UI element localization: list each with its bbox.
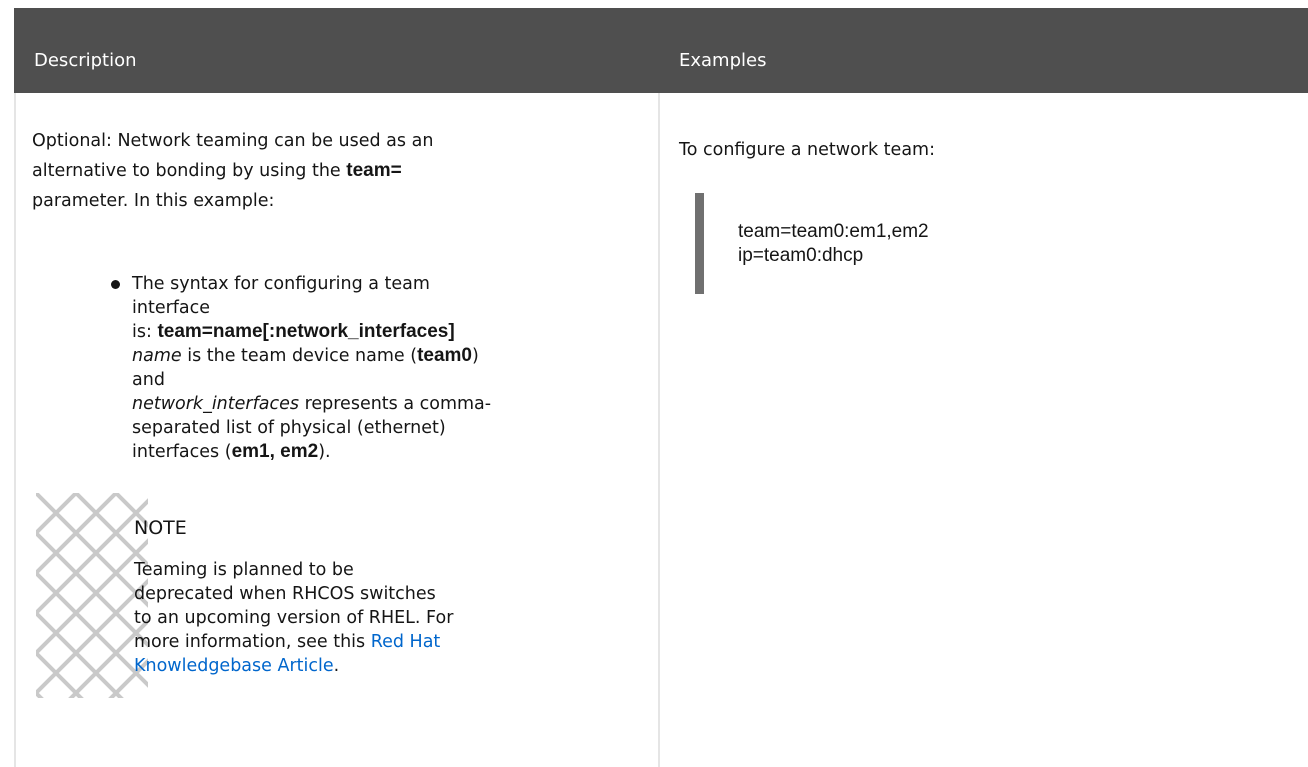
intro-line-3: parameter. In this example: <box>32 186 632 216</box>
table-header: Description Examples <box>14 8 1308 93</box>
code-team0: team0 <box>417 345 472 366</box>
bullet-dot-icon <box>111 280 120 289</box>
bullet-text-2: is: <box>132 322 158 342</box>
term-network-interfaces: network_interfaces <box>132 394 299 414</box>
note-line-3: to an upcoming version of RHEL. For <box>134 608 454 628</box>
term-name: name <box>132 346 182 366</box>
description-cell: Optional: Network teaming can be used as… <box>32 126 632 462</box>
code-block-bar <box>695 193 704 294</box>
code-block: team=team0:em1,em2 ip=team0:dhcp <box>738 220 929 268</box>
bullet-text-6: separated list of physical (ethernet) <box>132 418 446 438</box>
code-em1-em2: em1, em2 <box>231 441 319 462</box>
parameter-table: Description Examples Optional: Network t… <box>14 8 1308 767</box>
examples-lead: To configure a network team: <box>679 140 935 160</box>
note-line-4: more information, see this <box>134 632 371 652</box>
link-text-1: Red Hat <box>370 632 441 652</box>
code-team-syntax: team=name[:network_interfaces] <box>157 321 455 342</box>
left-border <box>14 93 16 767</box>
intro-text-3: parameter. In this example: <box>32 191 275 211</box>
intro-line-2: alternative to bonding by using the team… <box>32 156 632 186</box>
note-text: Teaming is planned to be deprecated when… <box>134 558 469 678</box>
bullet-text-3: is the team device name ( <box>181 346 418 366</box>
header-description: Description <box>34 50 137 71</box>
code-line-1: team=team0:em1,em2 <box>738 221 929 242</box>
intro-text-1: Optional: Network teaming can be used as… <box>32 131 434 151</box>
list-item: The syntax for configuring a team interf… <box>111 272 502 464</box>
code-team-param: team= <box>346 160 402 181</box>
bullet-text-8: ). <box>318 442 331 462</box>
header-examples: Examples <box>679 50 767 71</box>
note-title: NOTE <box>134 517 187 539</box>
link-text-2: Knowledgebase Article <box>134 656 334 676</box>
bullet-text-5: represents a comma- <box>299 394 492 414</box>
note-pattern-icon <box>36 493 148 698</box>
intro-text-2: alternative to bonding by using the <box>32 161 347 181</box>
bullet-text-1: The syntax for configuring a team interf… <box>132 274 430 318</box>
bullet-text-7: interfaces ( <box>132 442 232 462</box>
note-line-2: deprecated when RHCOS switches <box>134 584 436 604</box>
syntax-list: The syntax for configuring a team interf… <box>111 272 502 464</box>
note-line-1: Teaming is planned to be <box>134 560 354 580</box>
column-divider <box>658 93 660 767</box>
intro-line-1: Optional: Network teaming can be used as… <box>32 126 632 156</box>
code-line-2: ip=team0:dhcp <box>738 245 864 266</box>
note-period: . <box>333 656 340 676</box>
